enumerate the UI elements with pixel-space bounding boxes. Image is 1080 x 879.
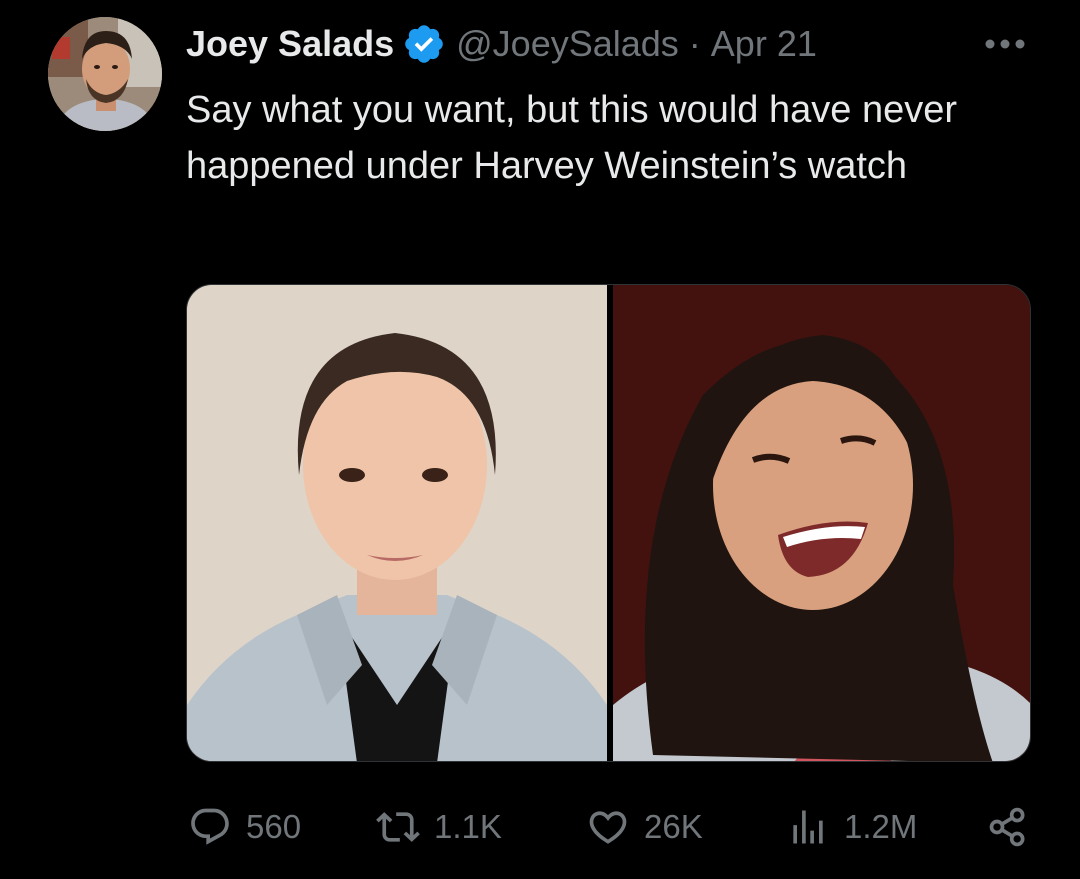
author-display-name[interactable]: Joey Salads — [186, 23, 394, 65]
tweet[interactable]: Joey Salads @JoeySalads · Apr 21 Say wha… — [0, 0, 1080, 879]
tweet-media — [186, 284, 1031, 762]
reply-count: 560 — [246, 808, 302, 845]
retweet-icon — [376, 805, 420, 849]
share-button[interactable] — [986, 800, 1030, 854]
analytics-icon — [786, 805, 830, 849]
author-avatar[interactable] — [48, 17, 162, 131]
retweet-count: 1.1K — [434, 808, 502, 845]
reply-icon — [188, 805, 232, 849]
more-options-icon[interactable] — [982, 30, 1028, 58]
media-photo-1[interactable] — [187, 285, 607, 761]
tweet-date[interactable]: Apr 21 — [711, 23, 817, 65]
views-count: 1.2M — [844, 808, 918, 845]
share-icon — [986, 805, 1030, 849]
views-button[interactable]: 1.2M — [786, 800, 917, 854]
heart-icon — [586, 805, 630, 849]
tweet-text: Say what you want, but this would have n… — [186, 89, 958, 187]
tweet-header: Joey Salads @JoeySalads · Apr 21 — [186, 20, 817, 68]
tweet-actions: 560 1.1K 26K 1.2M — [186, 800, 1031, 854]
like-count: 26K — [644, 808, 703, 845]
separator-dot: · — [688, 23, 701, 64]
verified-badge-icon — [402, 22, 446, 66]
media-photo-2[interactable] — [613, 285, 1030, 761]
retweet-button[interactable]: 1.1K — [376, 800, 502, 854]
like-button[interactable]: 26K — [586, 800, 703, 854]
author-handle[interactable]: @JoeySalads — [456, 23, 679, 65]
reply-button[interactable]: 560 — [188, 800, 301, 854]
